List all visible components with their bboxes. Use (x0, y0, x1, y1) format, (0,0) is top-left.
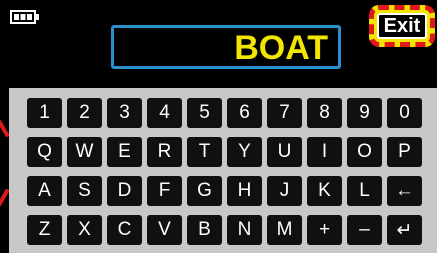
key-x[interactable]: X (67, 215, 102, 245)
exit-button[interactable]: Exit (377, 13, 427, 39)
key-9[interactable]: 9 (347, 98, 382, 128)
key-1[interactable]: 1 (27, 98, 62, 128)
key-p[interactable]: P (387, 137, 422, 167)
key-v[interactable]: V (147, 215, 182, 245)
keyboard-row: 1 2 3 4 5 6 7 8 9 0 (27, 96, 431, 130)
word-entry-field[interactable]: BOAT (111, 25, 341, 69)
key-c[interactable]: C (107, 215, 142, 245)
key-s[interactable]: S (67, 176, 102, 206)
key-k[interactable]: K (307, 176, 342, 206)
key-7[interactable]: 7 (267, 98, 302, 128)
top-bar: BOAT Exit (0, 0, 437, 88)
on-screen-keyboard: 1 2 3 4 5 6 7 8 9 0 Q W E R T Y U I O P … (9, 88, 437, 253)
key-4[interactable]: 4 (147, 98, 182, 128)
plus-key[interactable]: + (307, 215, 342, 245)
key-z[interactable]: Z (27, 215, 62, 245)
device-screen: BOAT Exit 1 2 3 4 5 6 7 8 9 0 Q W E R T … (0, 0, 437, 253)
minus-key[interactable]: – (347, 215, 382, 245)
key-l[interactable]: L (347, 176, 382, 206)
exit-highlight: Exit (369, 5, 435, 47)
keyboard-row: A S D F G H J K L ← (27, 174, 431, 208)
key-n[interactable]: N (227, 215, 262, 245)
key-e[interactable]: E (107, 137, 142, 167)
key-0[interactable]: 0 (387, 98, 422, 128)
key-m[interactable]: M (267, 215, 302, 245)
key-8[interactable]: 8 (307, 98, 342, 128)
key-6[interactable]: 6 (227, 98, 262, 128)
keyboard-row: Z X C V B N M + – ↵ (27, 213, 431, 247)
battery-icon (10, 10, 39, 24)
key-a[interactable]: A (27, 176, 62, 206)
key-d[interactable]: D (107, 176, 142, 206)
key-2[interactable]: 2 (67, 98, 102, 128)
key-q[interactable]: Q (27, 137, 62, 167)
key-i[interactable]: I (307, 137, 342, 167)
key-5[interactable]: 5 (187, 98, 222, 128)
backspace-key[interactable]: ← (387, 176, 422, 206)
keyboard-row: Q W E R T Y U I O P (27, 135, 431, 169)
key-u[interactable]: U (267, 137, 302, 167)
key-r[interactable]: R (147, 137, 182, 167)
key-y[interactable]: Y (227, 137, 262, 167)
key-b[interactable]: B (187, 215, 222, 245)
key-j[interactable]: J (267, 176, 302, 206)
enter-key[interactable]: ↵ (387, 215, 422, 245)
entry-text: BOAT (234, 29, 328, 67)
key-g[interactable]: G (187, 176, 222, 206)
key-t[interactable]: T (187, 137, 222, 167)
key-w[interactable]: W (67, 137, 102, 167)
key-o[interactable]: O (347, 137, 382, 167)
key-f[interactable]: F (147, 176, 182, 206)
key-3[interactable]: 3 (107, 98, 142, 128)
key-h[interactable]: H (227, 176, 262, 206)
